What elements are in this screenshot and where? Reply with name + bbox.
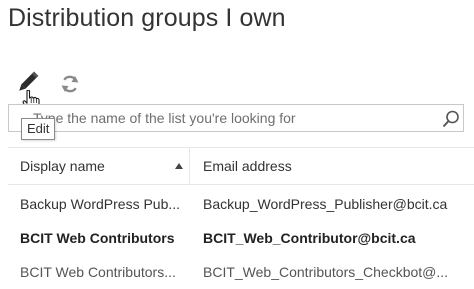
refresh-button[interactable] <box>58 72 82 96</box>
search-button[interactable] <box>441 109 461 129</box>
table-row[interactable]: Backup WordPress Pub... Backup_WordPress… <box>8 187 474 221</box>
cell-email: Backup_WordPress_Publisher@bcit.ca <box>203 196 448 212</box>
cell-display-name: BCIT Web Contributors... <box>20 264 176 280</box>
table-header: Display name Email address <box>8 147 474 185</box>
search-box <box>8 104 464 132</box>
cell-display-name: Backup WordPress Pub... <box>20 196 181 212</box>
table-row[interactable]: BCIT Web Contributors... BCIT_Web_Contri… <box>8 255 474 289</box>
page-title: Distribution groups I own <box>8 4 286 32</box>
toolbar <box>14 70 134 112</box>
cell-email: BCIT_Web_Contributor@bcit.ca <box>203 230 416 246</box>
column-header-label: Display name <box>20 158 105 174</box>
edit-tooltip: Edit <box>21 118 56 140</box>
search-input[interactable] <box>9 105 429 131</box>
sort-ascending-icon <box>175 163 183 169</box>
cell-display-name: BCIT Web Contributors <box>20 230 175 246</box>
search-icon <box>442 110 459 128</box>
groups-table: Display name Email address Backup WordPr… <box>8 147 474 289</box>
table-row-selected[interactable]: BCIT Web Contributors BCIT_Web_Contribut… <box>8 221 474 255</box>
column-header-label: Email address <box>203 158 292 174</box>
cell-email: BCIT_Web_Contributors_Checkbot@... <box>203 264 449 280</box>
column-header-email-address[interactable]: Email address <box>190 148 474 184</box>
column-header-display-name[interactable]: Display name <box>8 148 190 184</box>
refresh-icon <box>61 75 79 93</box>
